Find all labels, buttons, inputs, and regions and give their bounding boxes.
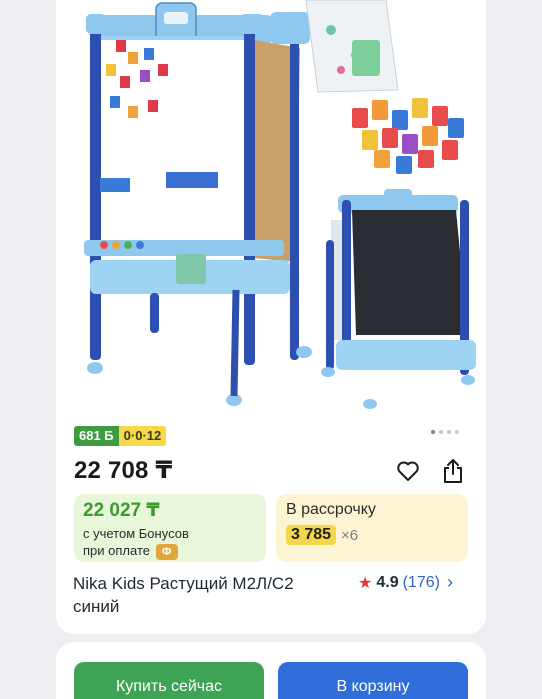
bonus-note: с учетом Бонусов при оплате Ф: [83, 525, 257, 560]
bag: [305, 0, 399, 93]
badges: 681 Б 0·0·12: [74, 426, 167, 446]
rating-link[interactable]: ★ 4.9 (176) ›: [358, 572, 453, 593]
gallery-dot[interactable]: [447, 430, 451, 434]
bonus-note-line1: с учетом Бонусов: [83, 526, 189, 541]
bonus-note-line2: при оплате Ф: [83, 542, 257, 560]
gallery-dots: [431, 430, 459, 434]
gallery-dot[interactable]: [455, 430, 459, 434]
favorite-button[interactable]: [394, 457, 422, 485]
small-easel: [321, 189, 476, 409]
installment-multiplier: ×6: [341, 526, 359, 544]
share-icon: [444, 459, 462, 483]
gallery-dot[interactable]: [439, 430, 443, 434]
installment-amount: 3 785: [286, 525, 337, 545]
review-count: (176): [402, 573, 440, 591]
product-title: Nika Kids Растущий М2Л/С2 синий: [73, 574, 294, 616]
gallery-dot[interactable]: [431, 430, 435, 434]
rating-value: 4.9: [376, 573, 399, 591]
star-icon: ★: [358, 574, 373, 592]
share-button[interactable]: [439, 457, 467, 485]
buy-now-button[interactable]: Купить сейчас: [74, 662, 264, 699]
installment-box[interactable]: В рассрочку 3 785 ×6: [276, 494, 468, 562]
installment-badge: 0·0·12: [118, 426, 167, 446]
bonus-price-box[interactable]: 22 027 ₸ с учетом Бонусов при оплате Ф: [74, 494, 266, 562]
product-image[interactable]: [56, 0, 486, 418]
large-easel: [84, 2, 312, 406]
payment-icon: Ф: [155, 543, 178, 560]
bonus-note-line2-text: при оплате: [83, 543, 150, 558]
bonus-price: 22 027 ₸: [83, 500, 160, 521]
installment-title: В рассрочку: [286, 501, 376, 518]
chevron-right-icon: ›: [446, 572, 453, 592]
bonus-badge: 681 Б: [74, 426, 119, 446]
add-to-cart-button[interactable]: В корзину: [278, 662, 468, 699]
heart-icon: [397, 461, 419, 481]
product-card: 681 Б 0·0·12 22 708 ₸ 22 027 ₸ с учетом …: [56, 0, 486, 634]
product-price: 22 708 ₸: [74, 457, 173, 484]
magnet-letters: [352, 98, 464, 174]
installment-row: 3 785 ×6: [286, 525, 458, 545]
